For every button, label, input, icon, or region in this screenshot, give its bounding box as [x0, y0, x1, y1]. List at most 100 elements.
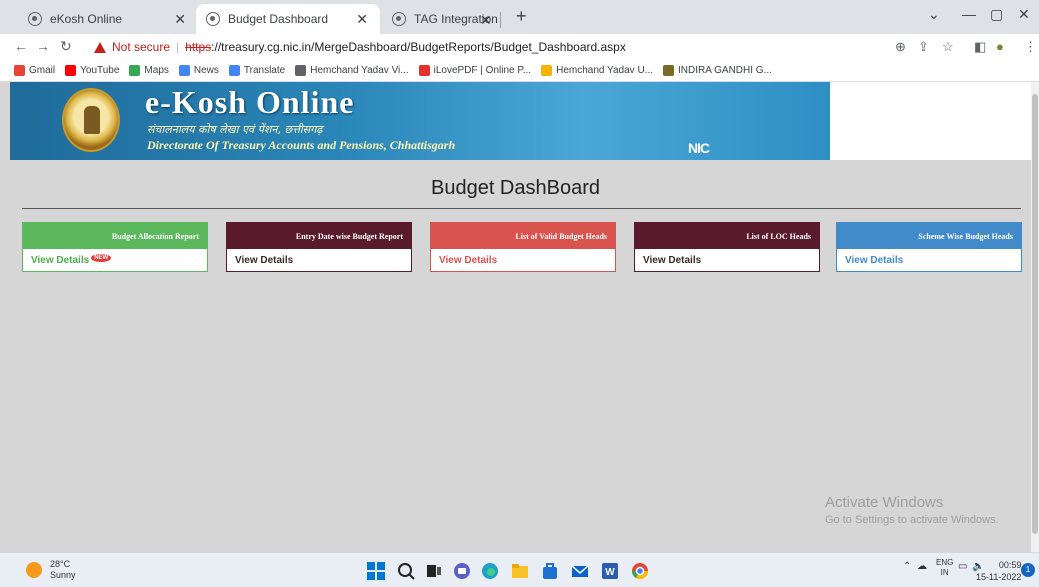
page-content: e-Kosh Online संचालनालय कोष लेखा एवं पें…: [0, 82, 1031, 552]
card-title: Entry Date wise Budget Report: [227, 223, 411, 249]
view-details-label: View Details: [439, 255, 498, 266]
system-clock[interactable]: 00:59 15-11-2022: [976, 559, 1021, 583]
teams-chat-icon[interactable]: [452, 561, 472, 581]
gmail-icon: [14, 65, 25, 76]
view-details-link[interactable]: View Details: [227, 249, 411, 272]
clock-date: 15-11-2022: [976, 572, 1022, 582]
restore-icon[interactable]: ▢: [990, 6, 1003, 23]
bookmark-label: YouTube: [80, 65, 120, 76]
task-view-icon[interactable]: [424, 561, 444, 581]
bookmark-label: Translate: [243, 65, 286, 76]
bookmark-item[interactable]: Hemchand Yadav U...: [541, 65, 653, 76]
tab-budget-dashboard[interactable]: Budget Dashboard ✕: [196, 4, 380, 34]
view-details-label: View Details: [235, 255, 294, 266]
view-details-link[interactable]: View Details NEW: [23, 249, 207, 272]
view-details-link[interactable]: View Details: [635, 249, 819, 272]
search-icon[interactable]: [396, 561, 416, 581]
emblem-icon: [663, 65, 674, 76]
tab-search-chevron-icon[interactable]: ⌄: [928, 6, 940, 23]
banner-blank-area: [830, 82, 1031, 160]
heart-icon: [418, 65, 430, 76]
bookmark-star-icon[interactable]: ☆: [942, 39, 954, 55]
view-details-label: View Details: [643, 255, 702, 266]
card-title: Budget Allocation Report: [23, 223, 207, 249]
close-window-icon[interactable]: ✕: [1018, 6, 1030, 23]
address-bar[interactable]: Not secure | https ://treasury.cg.nic.in…: [94, 36, 974, 58]
show-hidden-icons-chevron-icon[interactable]: ⌃: [903, 561, 911, 572]
bookmark-label: News: [193, 65, 219, 76]
url-path: ://treasury.cg.nic.in/MergeDashboard/Bud…: [211, 40, 626, 54]
bookmark-item[interactable]: Maps: [129, 65, 169, 76]
view-details-link[interactable]: View Details: [431, 249, 615, 272]
weather-widget[interactable]: 28°C Sunny: [26, 559, 76, 581]
globe-icon: [392, 12, 406, 26]
bookmark-label: Gmail: [29, 65, 56, 76]
globe-icon: [206, 12, 220, 26]
share-icon[interactable]: ⇪: [918, 39, 929, 55]
back-arrow-icon[interactable]: ←: [14, 38, 28, 54]
store-icon[interactable]: [540, 561, 560, 581]
profile-avatar-icon[interactable]: ●: [996, 39, 1004, 54]
new-tab-button[interactable]: +: [516, 6, 527, 27]
card-title: List of LOC Heads: [635, 223, 819, 249]
display-icon[interactable]: ▭: [958, 561, 967, 572]
edge-browser-icon[interactable]: [480, 561, 500, 581]
bookmark-item[interactable]: News: [178, 65, 219, 76]
tab-title: Budget Dashboard: [228, 12, 329, 26]
clock-time: 00:59: [998, 560, 1022, 570]
close-icon[interactable]: ✕: [480, 12, 492, 29]
tab-ekosh-online[interactable]: eKosh Online ✕: [18, 4, 198, 34]
pencil-icon: [541, 65, 553, 76]
language-code: ENG: [936, 558, 954, 567]
windows-taskbar: 28°C Sunny W ⌃ ☁ ENG IN ▭ 🔈 00:59 15-11-…: [0, 552, 1039, 587]
brand-title: e-Kosh Online: [145, 84, 355, 120]
view-details-link[interactable]: View Details: [837, 249, 1021, 272]
notification-badge[interactable]: 1: [1021, 563, 1035, 577]
minimize-icon[interactable]: —: [962, 6, 976, 22]
forward-arrow-icon[interactable]: →: [36, 38, 50, 54]
news-icon: [178, 65, 190, 76]
title-divider: [22, 208, 1021, 209]
view-details-label: View Details: [31, 255, 90, 266]
maps-icon: [129, 65, 141, 76]
bookmark-item[interactable]: iLovePDF | Online P...: [418, 65, 532, 76]
close-icon[interactable]: ✕: [174, 11, 186, 28]
globe-icon: [28, 12, 42, 26]
budget-allocation-card: Budget Allocation Report View Details NEW: [22, 222, 208, 272]
bookmarks-bar: Gmail YouTube Maps News Translate Hemchand Ya…: [0, 60, 1039, 82]
globe-icon: [295, 65, 307, 76]
watermark-line-2: Go to Settings to activate Windows.: [825, 514, 999, 526]
bookmark-label: iLovePDF | Online P...: [433, 65, 532, 76]
page-scrollbar[interactable]: [1031, 82, 1039, 552]
windows-start-icon[interactable]: [366, 561, 386, 581]
security-status[interactable]: Not secure: [112, 40, 170, 54]
valid-budget-heads-card: List of Valid Budget Heads View Details: [430, 222, 616, 272]
entry-date-budget-card: Entry Date wise Budget Report View Detail…: [226, 222, 412, 272]
youtube-icon: [65, 65, 77, 76]
bookmark-item[interactable]: INDIRA GANDHI G...: [663, 65, 772, 76]
bookmark-item[interactable]: Gmail: [14, 65, 55, 76]
browser-tab-strip: eKosh Online ✕ Budget Dashboard ✕ TAG In…: [0, 0, 1039, 34]
reload-icon[interactable]: ↻: [60, 38, 72, 55]
bookmark-item[interactable]: Translate: [228, 65, 286, 76]
loc-heads-card: List of LOC Heads View Details: [634, 222, 820, 272]
temperature: 28°C: [50, 559, 71, 569]
bookmark-label: INDIRA GANDHI G...: [678, 65, 772, 76]
site-banner: e-Kosh Online संचालनालय कोष लेखा एवं पें…: [10, 82, 830, 160]
bookmark-item[interactable]: Hemchand Yadav Vi...: [295, 65, 409, 76]
word-icon[interactable]: W: [600, 561, 620, 581]
chrome-icon[interactable]: [630, 561, 650, 581]
mail-icon[interactable]: [570, 561, 590, 581]
close-icon[interactable]: ✕: [356, 11, 368, 28]
bookmark-item[interactable]: YouTube: [65, 65, 119, 76]
language-indicator[interactable]: ENG IN: [936, 558, 953, 578]
side-panel-icon[interactable]: ◧: [974, 39, 986, 55]
page-title: Budget DashBoard: [430, 177, 600, 199]
network-icon[interactable]: ☁: [917, 561, 927, 572]
file-explorer-icon[interactable]: [510, 561, 530, 581]
scrollbar-thumb[interactable]: [1032, 94, 1038, 534]
card-title: List of Valid Budget Heads: [431, 223, 615, 249]
zoom-icon[interactable]: ⊕: [895, 39, 906, 55]
menu-kebab-icon[interactable]: ⋮: [1024, 39, 1037, 55]
weather-condition: Sunny: [50, 570, 76, 580]
